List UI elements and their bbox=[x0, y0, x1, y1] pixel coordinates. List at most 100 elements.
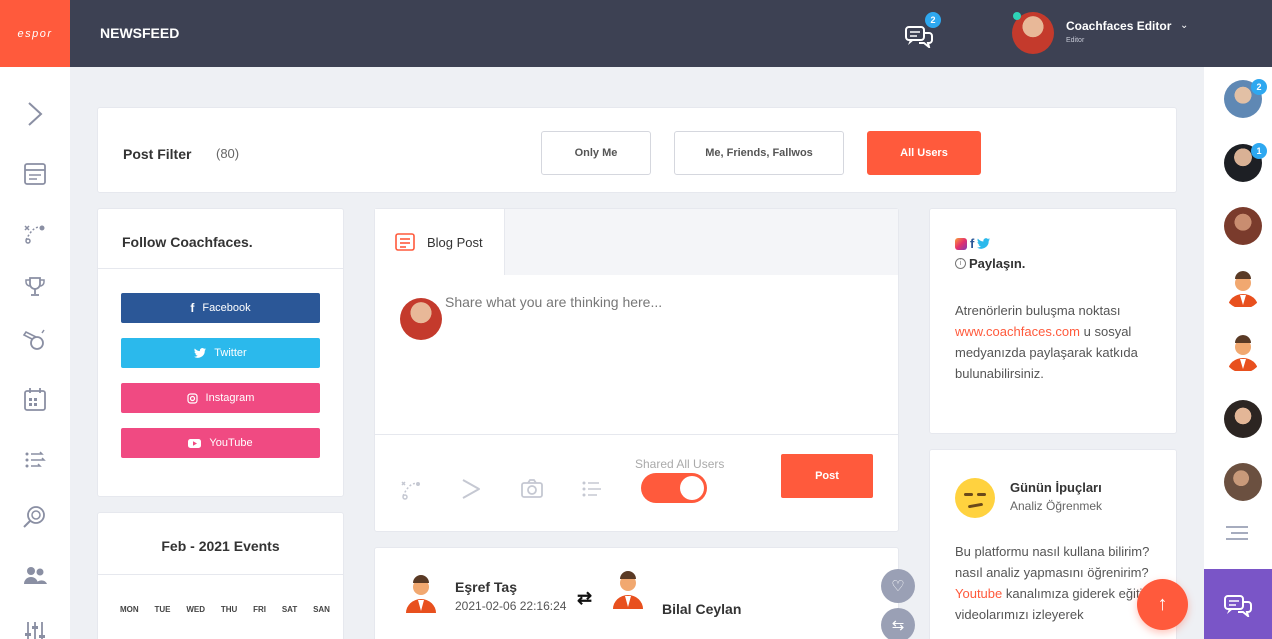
tip-text-body: Bu platformu nasıl kullana bilirim? nası… bbox=[955, 544, 1150, 580]
tab-blog-post[interactable]: Blog Post bbox=[375, 209, 505, 275]
brand-logo[interactable]: espor bbox=[0, 0, 70, 67]
chevron-down-icon[interactable]: ⌄ bbox=[1180, 20, 1188, 31]
events-title: Feb - 2021 Events bbox=[98, 513, 343, 575]
post-filter-label: Post Filter bbox=[123, 146, 192, 162]
social-icons: f bbox=[955, 236, 991, 251]
post-button[interactable]: Post bbox=[781, 454, 873, 498]
youtube-label: YouTube bbox=[209, 437, 253, 449]
weekday-label: THU bbox=[220, 605, 238, 614]
whistle-icon[interactable] bbox=[22, 328, 48, 354]
twitter-label: Twitter bbox=[214, 347, 247, 359]
tab-blog-post-label: Blog Post bbox=[427, 234, 483, 250]
default-user-avatar[interactable] bbox=[1224, 271, 1262, 309]
share-card: f i Paylaşın. Atrenörlerin buluşma noktas… bbox=[929, 208, 1177, 434]
feed-post: Eşref Taş 2021-02-06 22:16:24 ⇄ Bilal Ce… bbox=[374, 547, 899, 639]
post-date: 2021-02-06 22:16:24 bbox=[455, 599, 567, 613]
tip-subtitle: Analiz Öğrenmek bbox=[1010, 499, 1103, 513]
team-icon[interactable] bbox=[22, 562, 48, 588]
contact-badge: 2 bbox=[1251, 79, 1267, 95]
composer-tab-bar: Blog Post bbox=[375, 209, 898, 275]
exchange-arrows-icon: ⇄ bbox=[577, 588, 593, 608]
right-sidebar: 2 1 bbox=[1204, 67, 1272, 639]
post-author[interactable]: Eşref Taş bbox=[455, 579, 517, 595]
twitter-icon[interactable] bbox=[977, 238, 991, 249]
contact-badge: 1 bbox=[1251, 143, 1267, 159]
default-user-avatar[interactable] bbox=[610, 571, 646, 611]
settings-sliders-icon[interactable] bbox=[22, 619, 48, 639]
instagram-icon[interactable] bbox=[955, 237, 967, 250]
weekday-header: MON TUE WED THU FRI SAT SAN bbox=[120, 605, 330, 614]
smirk-emoji-icon bbox=[955, 478, 995, 518]
toggle-knob bbox=[680, 476, 704, 500]
contact-avatar[interactable] bbox=[1224, 463, 1262, 501]
online-status-dot bbox=[1013, 12, 1021, 20]
filter-only-me-button[interactable]: Only Me bbox=[541, 131, 651, 175]
blog-post-icon bbox=[395, 233, 415, 251]
messages-badge: 2 bbox=[925, 12, 941, 28]
post-text-input[interactable]: Share what you are thinking here... bbox=[445, 294, 662, 310]
menu-lines-icon[interactable] bbox=[1226, 525, 1248, 541]
follow-card: Follow Coachfaces. f Facebook Twitter Ins… bbox=[97, 208, 344, 497]
twitter-button[interactable]: Twitter bbox=[121, 338, 320, 368]
video-play-icon[interactable] bbox=[459, 477, 483, 501]
facebook-icon: f bbox=[190, 301, 195, 315]
tip-text: Bu platformu nasıl kullana bilirim? nası… bbox=[955, 541, 1165, 625]
weekday-label: SAT bbox=[281, 605, 298, 614]
newsfeed-icon[interactable] bbox=[22, 161, 48, 187]
weekday-label: SAN bbox=[313, 605, 330, 614]
youtube-button[interactable]: YouTube bbox=[121, 428, 320, 458]
page-title: NEWSFEED bbox=[100, 25, 180, 41]
weekday-label: FRI bbox=[253, 605, 266, 614]
shared-all-users-toggle[interactable] bbox=[641, 473, 707, 503]
divider bbox=[375, 434, 898, 435]
post-filter-card: Post Filter (80) Only Me Me, Friends, Fa… bbox=[97, 107, 1177, 193]
youtube-link[interactable]: Youtube bbox=[955, 586, 1002, 601]
instagram-button[interactable]: Instagram bbox=[121, 383, 320, 413]
instagram-label: Instagram bbox=[205, 392, 255, 404]
heart-icon[interactable]: ♡ bbox=[881, 569, 915, 603]
youtube-icon bbox=[188, 438, 202, 448]
share-swap-icon[interactable]: ⇆ bbox=[881, 608, 915, 639]
contact-avatar[interactable] bbox=[1224, 207, 1262, 245]
weekday-label: WED bbox=[186, 605, 205, 614]
weekday-label: MON bbox=[120, 605, 139, 614]
default-user-avatar[interactable] bbox=[1224, 335, 1262, 373]
follow-title: Follow Coachfaces. bbox=[98, 209, 343, 269]
share-title: i Paylaşın. bbox=[955, 256, 1025, 271]
twitter-icon bbox=[194, 348, 207, 358]
filter-friends-button[interactable]: Me, Friends, Fallwos bbox=[674, 131, 844, 175]
tactics-icon[interactable] bbox=[22, 220, 48, 246]
share-text-before: Atrenörlerin buluşma noktası bbox=[955, 303, 1121, 318]
events-card: Feb - 2021 Events MON TUE WED THU FRI SA… bbox=[97, 512, 344, 639]
coachfaces-link[interactable]: www.coachfaces.com bbox=[955, 324, 1080, 339]
default-user-avatar[interactable] bbox=[403, 575, 439, 615]
user-role: Editor bbox=[1066, 37, 1085, 44]
top-bar: NEWSFEED 2 Coachfaces Editor Editor ⌄ bbox=[70, 0, 1272, 67]
composer-avatar bbox=[400, 298, 442, 340]
drills-icon[interactable] bbox=[22, 447, 48, 473]
filter-all-users-button[interactable]: All Users bbox=[867, 131, 981, 175]
chat-icon bbox=[1224, 595, 1252, 617]
instagram-icon bbox=[186, 392, 198, 404]
left-sidebar bbox=[0, 67, 70, 639]
post-target-user[interactable]: Bilal Ceylan bbox=[662, 601, 741, 617]
contact-avatar[interactable] bbox=[1224, 400, 1262, 438]
chat-button[interactable] bbox=[1204, 569, 1272, 639]
weekday-label: TUE bbox=[154, 605, 171, 614]
info-icon: i bbox=[955, 258, 966, 269]
post-count: (80) bbox=[216, 146, 240, 161]
scroll-to-top-button[interactable]: ↑ bbox=[1137, 579, 1188, 630]
drills-icon[interactable] bbox=[580, 477, 604, 501]
facebook-icon[interactable]: f bbox=[970, 236, 974, 251]
user-name[interactable]: Coachfaces Editor bbox=[1066, 19, 1171, 33]
calendar-icon[interactable] bbox=[22, 387, 48, 413]
share-text: Atrenörlerin buluşma noktası www.coachfa… bbox=[955, 300, 1165, 384]
camera-icon[interactable] bbox=[520, 477, 544, 501]
analysis-icon[interactable] bbox=[22, 504, 48, 530]
brand-logo-text: espor bbox=[17, 27, 53, 40]
chevron-right-icon[interactable] bbox=[22, 101, 48, 127]
trophy-icon[interactable] bbox=[22, 274, 48, 300]
post-composer: Blog Post Share what you are thinking he… bbox=[374, 208, 899, 532]
tactics-icon[interactable] bbox=[399, 477, 423, 501]
facebook-button[interactable]: f Facebook bbox=[121, 293, 320, 323]
